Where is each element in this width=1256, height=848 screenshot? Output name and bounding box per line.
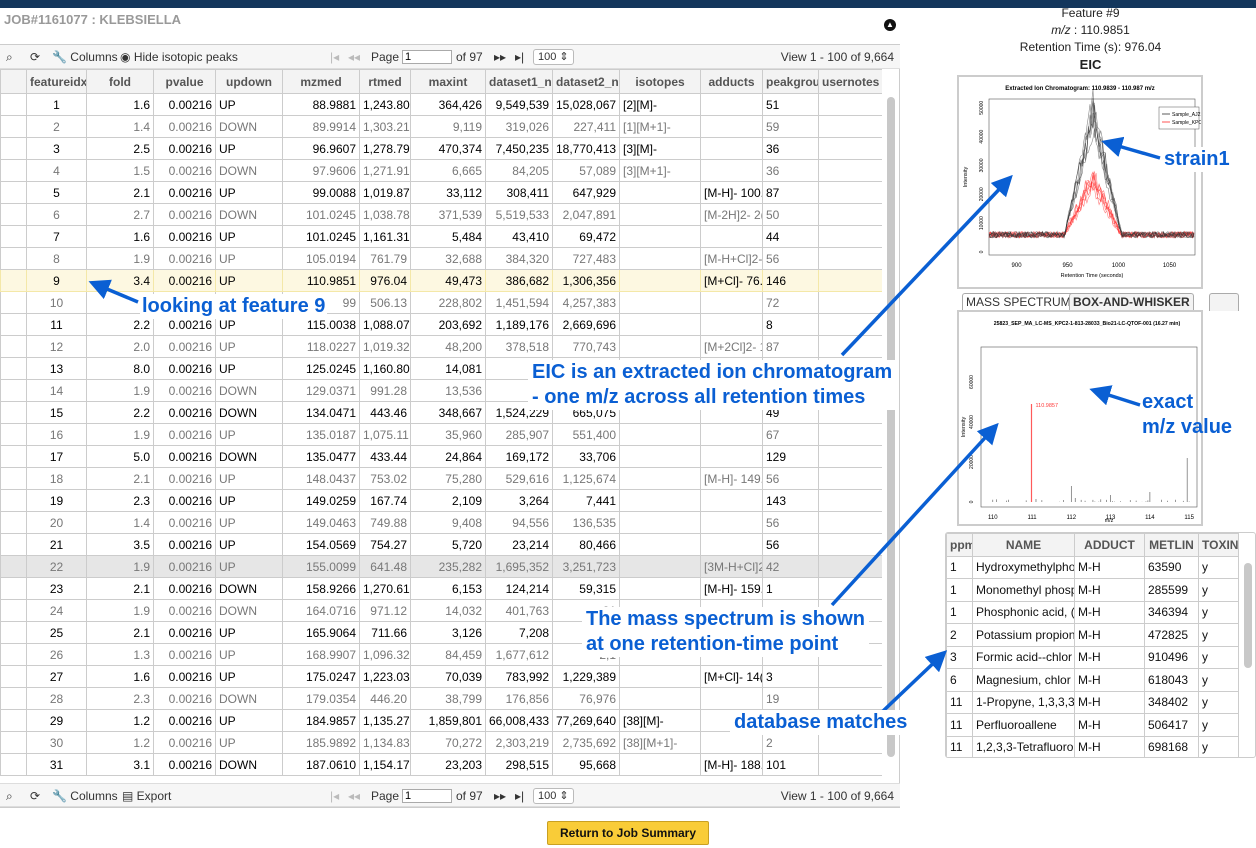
annotation-strain1: strain1 [1164, 147, 1230, 172]
annotation-database-matches: database matches [730, 710, 912, 735]
annotation-feature9: looking at feature 9 [140, 294, 328, 319]
annotation-exact-mz: exact m/z value [1142, 391, 1233, 438]
arrow-eic [840, 174, 1013, 357]
arrow-db [880, 650, 948, 714]
arrow-strain [1101, 136, 1161, 160]
arrow-mass-spectrum [830, 422, 999, 607]
arrow-exact-mz [1089, 385, 1141, 407]
arrow-feature9 [88, 279, 139, 304]
annotation-arrows [88, 136, 1161, 714]
annotation-eic: EIC is an extracted ion chromatogram - on… [528, 360, 897, 410]
annotation-mass-spectrum: The mass spectrum is shown at one retenti… [582, 607, 869, 657]
